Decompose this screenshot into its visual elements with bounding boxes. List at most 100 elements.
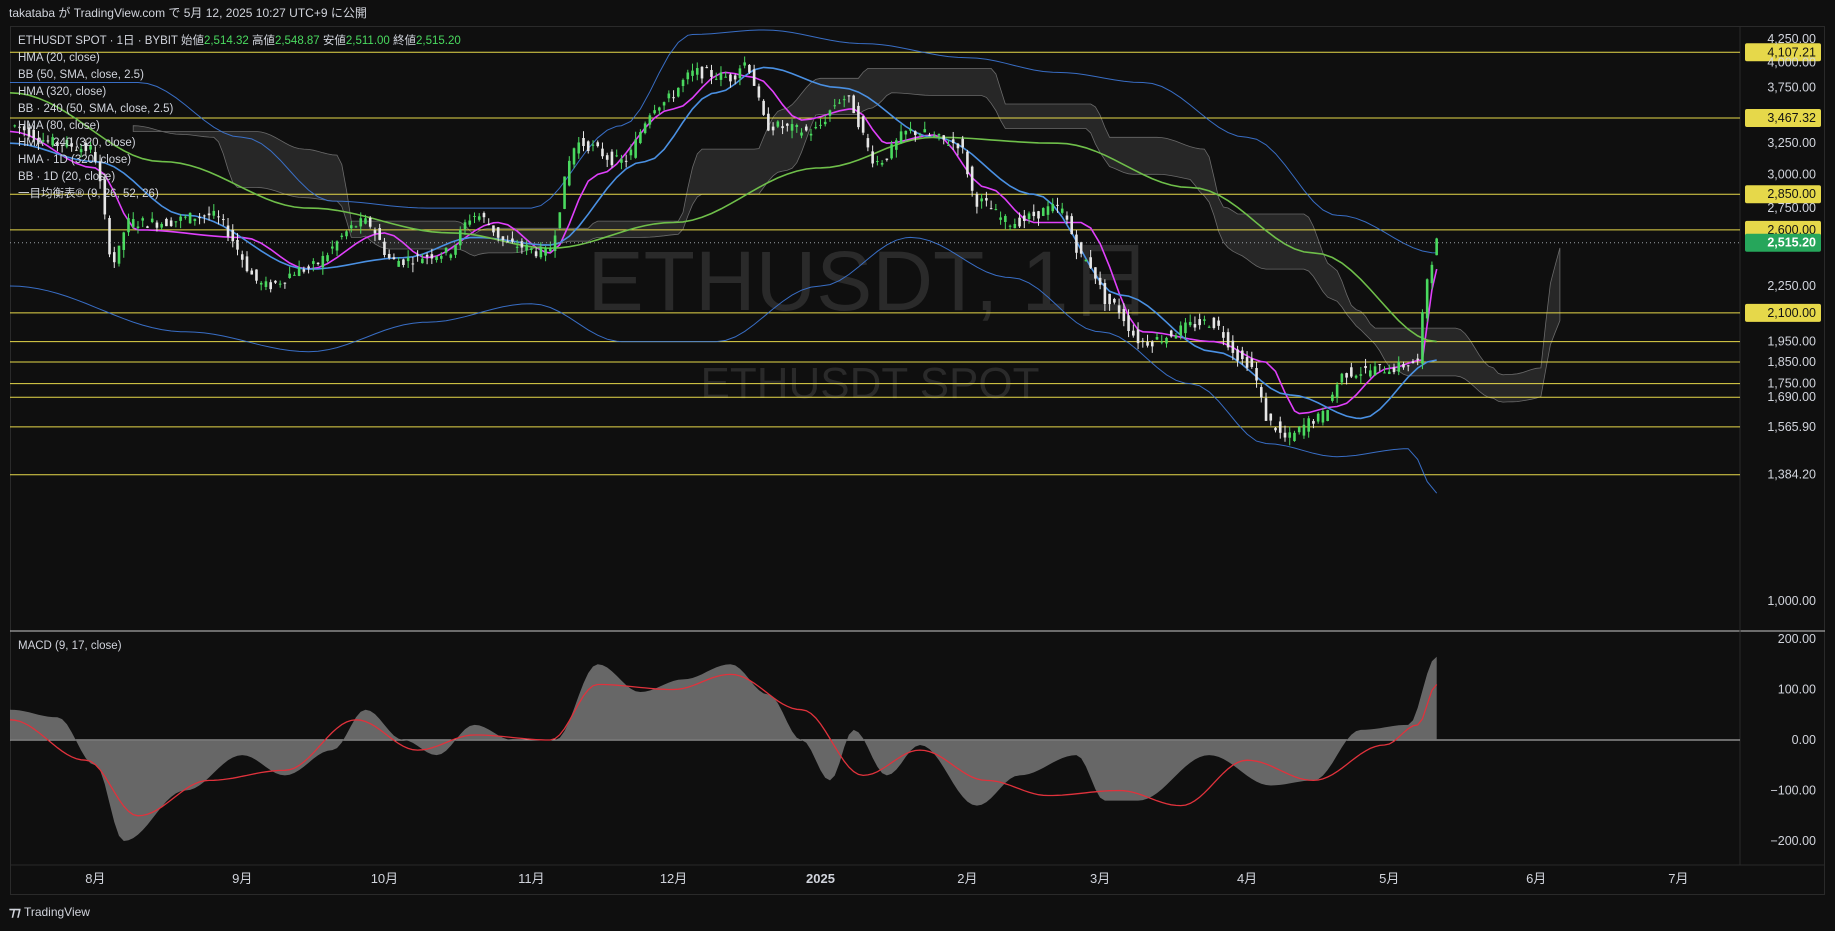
candle-body: [1335, 384, 1339, 398]
candle-body: [601, 148, 604, 157]
candle-body: [496, 227, 500, 238]
candle-body: [1155, 337, 1159, 340]
time-tick-10: 6月: [1526, 871, 1546, 886]
indicator-1[interactable]: BB (50, SMA, close, 2.5): [18, 67, 461, 84]
candle-body: [1113, 298, 1116, 303]
candle-body: [800, 132, 803, 136]
candle-body: [586, 141, 590, 151]
indicator-5[interactable]: HMA · 240 (320, close): [18, 135, 461, 152]
candle-body: [402, 259, 405, 266]
indicator-4[interactable]: HMA (80, close): [18, 118, 461, 135]
candle-body: [871, 151, 874, 164]
candle-body: [312, 261, 315, 264]
candle-body: [639, 132, 642, 144]
candle-body: [1425, 279, 1429, 319]
candle-body: [1169, 330, 1173, 337]
macd-label[interactable]: MACD (9, 17, close): [18, 640, 122, 652]
level-tag-9: 1,565.90: [1767, 420, 1816, 434]
candle-body: [1392, 367, 1396, 373]
macd-tick-2: 0.00: [1792, 733, 1816, 747]
candle-body: [1041, 208, 1045, 216]
footer: ⁊⁊ TradingView: [9, 904, 90, 920]
candle-body: [1174, 335, 1178, 339]
candle-body: [1122, 309, 1126, 322]
indicator-3[interactable]: BB · 240 (50, SMA, close, 2.5): [18, 101, 461, 118]
time-tick-6: 2月: [957, 871, 977, 886]
candle-body: [970, 166, 974, 191]
candle-body: [477, 216, 481, 220]
indicator-6[interactable]: HMA · 1D (320, close): [18, 152, 461, 169]
close-label: 終値: [393, 35, 417, 47]
candle-body: [1188, 321, 1192, 326]
candle-body: [1274, 427, 1277, 431]
candle-body: [804, 126, 808, 131]
candle-body: [1008, 225, 1012, 227]
candle-body: [658, 107, 661, 111]
candle-body: [539, 247, 543, 258]
candle-body: [786, 123, 789, 126]
candle-body: [918, 134, 922, 136]
candle-body: [127, 218, 130, 233]
candle-body: [1018, 217, 1021, 227]
candle-body: [207, 213, 211, 216]
candle-body: [767, 113, 770, 131]
candle-body: [828, 110, 832, 116]
candle-body: [425, 254, 429, 257]
macd-tick-1: −100.00: [1770, 784, 1816, 798]
candle-body: [307, 266, 310, 269]
candle-body: [567, 160, 571, 186]
candle-body: [440, 255, 443, 259]
candle-body: [1402, 364, 1405, 368]
price-tick-0: 1,000.00: [1767, 594, 1816, 608]
candle-body: [221, 219, 225, 221]
indicator-2[interactable]: HMA (320, close): [18, 84, 461, 101]
candle-body: [842, 99, 846, 101]
candle-body: [989, 208, 993, 210]
price-tick-2: 2,750.00: [1767, 201, 1816, 215]
candle-body: [359, 218, 363, 227]
candle-body: [686, 72, 690, 80]
candle-body: [274, 280, 277, 283]
candle-body: [1070, 216, 1073, 235]
level-tag-label-9: 1,565.90: [1767, 420, 1816, 434]
candle-body: [1316, 413, 1320, 422]
indicator-0[interactable]: HMA (20, close): [18, 50, 461, 67]
candle-body: [1340, 373, 1344, 383]
candle-body: [781, 126, 784, 129]
candle-body: [667, 93, 671, 99]
level-tag-label-4: 2,100.00: [1767, 306, 1816, 320]
indicator-8[interactable]: 一目均衡表® (9, 26, 52, 26): [18, 186, 461, 203]
candle-body: [610, 151, 614, 166]
candle-body: [1264, 398, 1268, 421]
macd-tick-4: 200.00: [1778, 632, 1816, 646]
candle-body: [226, 225, 230, 237]
candle-body: [1307, 418, 1310, 432]
candle-body: [1326, 410, 1329, 421]
candle-body: [620, 159, 623, 163]
candle-body: [525, 244, 528, 251]
candle-body: [1141, 340, 1145, 342]
candle-body: [520, 241, 524, 248]
candle-body: [1165, 337, 1168, 344]
candle-body: [1288, 432, 1292, 438]
candle-body: [1350, 367, 1353, 377]
time-tick-3: 11月: [518, 871, 545, 886]
candle-body: [179, 216, 182, 221]
candle-body: [549, 247, 552, 252]
level-tag-label-7: 1,750.00: [1767, 377, 1816, 391]
candle-body: [1132, 330, 1135, 336]
candle-body: [999, 217, 1002, 220]
candle-body: [1127, 315, 1130, 332]
level-tag-5: 1,950.00: [1767, 335, 1816, 349]
candle-body: [240, 254, 244, 260]
candle-body: [1359, 374, 1363, 376]
candle-body: [790, 124, 794, 131]
candle-body: [1079, 242, 1083, 254]
candle-body: [297, 267, 301, 276]
indicator-7[interactable]: BB · 1D (20, close): [18, 169, 461, 186]
candle-body: [700, 66, 704, 79]
candle-body: [269, 282, 272, 290]
candle-body: [975, 193, 979, 207]
candle-body: [1354, 375, 1358, 378]
candle-body: [165, 218, 168, 227]
